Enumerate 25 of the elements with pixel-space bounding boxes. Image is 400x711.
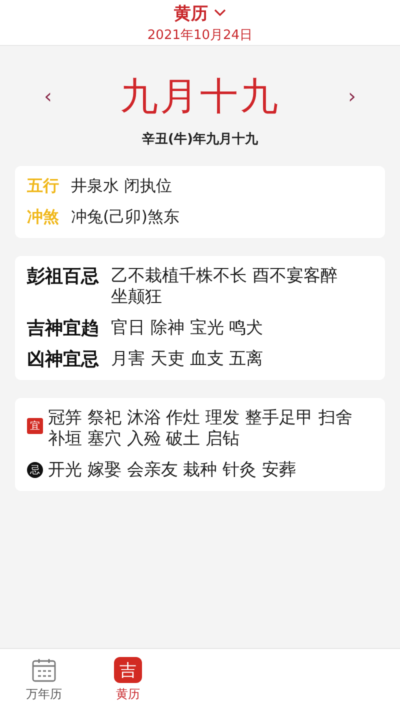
item-value: 月害 天吏 血支 五离 [111,349,264,370]
solar-date: 2021年10月24日 [147,26,253,44]
item-label: 冲煞 [27,207,59,228]
item-label: 彭祖百忌 [27,266,99,289]
next-day-button[interactable]: › [344,84,360,108]
avoid-badge: 忌 [27,462,43,478]
item-value: 井泉水 闭执位 [71,176,172,197]
item-value: 官日 除神 宝光 鸣犬 [111,318,264,339]
lunar-date: 九月十九 [120,74,280,118]
suitable-badge: 宜 [27,418,43,434]
item-value: 乙不栽植千株不长 酉不宴客醉坐颠狂 [111,266,338,308]
item-label: 凶神宜忌 [27,349,99,370]
item-label: 五行 [27,176,59,197]
activity-list: 开光 嫁娶 会亲友 栽种 针灸 安葬 [48,460,296,481]
tab[interactable]: 吉 黄历 [88,649,168,711]
calendar-icon [31,657,57,683]
activity-list: 冠笄 祭祀 沐浴 作灶 理发 整手足甲 扫舍补垣 塞穴 入殓 破土 启钻 [48,408,365,450]
item-value: 冲兔(己卯)煞东 [71,207,180,228]
tab[interactable]: 万年历 [4,649,84,711]
item-label: 吉神宜趋 [27,318,99,339]
lucky-icon: 吉 [114,657,142,683]
chevron-down-icon[interactable] [214,9,226,17]
page-title[interactable]: 黄历 [174,2,208,24]
previous-day-button[interactable]: ‹ [40,84,56,108]
lunar-full-date: 辛丑(牛)年九月十九 [142,130,258,148]
